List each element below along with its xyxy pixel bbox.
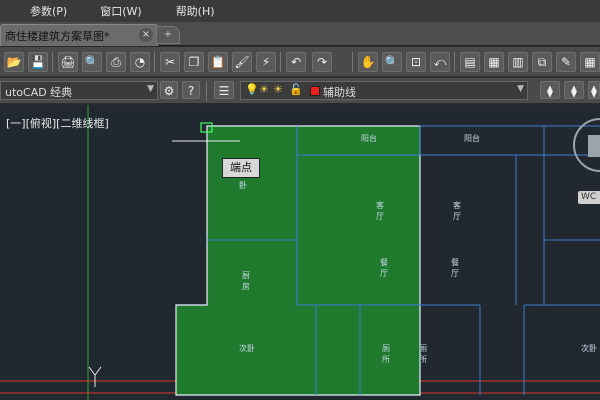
toolbar-divider <box>154 52 155 72</box>
room-label: 餐厅 <box>380 258 388 278</box>
chevron-down-icon: ▼ <box>147 84 154 94</box>
zoom-realtime-icon[interactable]: 🔍 <box>382 52 402 72</box>
open-icon[interactable]: 📂 <box>4 52 24 72</box>
new-tab-button[interactable]: + <box>156 26 180 44</box>
zoom-previous-icon[interactable]: ⤺ <box>430 52 450 72</box>
layer-previous-icon[interactable]: ⧫ <box>564 81 584 99</box>
redo-icon[interactable]: ↷ <box>312 52 332 72</box>
pan-icon[interactable]: ✋ <box>358 52 378 72</box>
tab-drawing-label: 商住楼建筑方案草图* <box>5 30 110 43</box>
menu-window[interactable]: 窗口(W) <box>67 3 141 19</box>
plus-icon: + <box>163 29 173 40</box>
room-label: 餐厅 <box>451 258 459 278</box>
menu-params[interactable]: 参数(P) <box>0 3 67 19</box>
help-circle-icon[interactable]: ? <box>182 81 200 99</box>
make-current-layer-icon[interactable]: ⧫ <box>540 81 560 99</box>
room-label: 卧 <box>239 181 247 190</box>
drawing-canvas[interactable]: [一][俯视][二维线框] 端点 WC 阳台 阳台 卧 客厅 客厅 厨房 餐厅 … <box>0 105 600 400</box>
floor-plan <box>0 105 600 400</box>
room-label: 次卧 <box>581 344 597 353</box>
lock-icon[interactable]: 🔓 <box>289 83 303 96</box>
zoom-window-icon[interactable]: ⊡ <box>406 52 426 72</box>
room-label: 客厅 <box>453 201 461 221</box>
toolbar-divider <box>280 52 281 72</box>
wcs-menu[interactable]: WC <box>578 191 600 204</box>
standard-toolbar: 📂 💾 🖨 🔍 ⎙ ◔ ✂ ❐ 📋 🖌 ⚡ ↶ ↷ ✋ 🔍 ⊡ ⤺ ▤ ▦ ▥ … <box>0 47 600 77</box>
room-label: 厨房 <box>242 271 250 291</box>
ucs-icon <box>88 366 102 387</box>
room-label: 客厅 <box>376 201 384 221</box>
room-label: 阳台 <box>464 134 480 143</box>
menu-help[interactable]: 帮助(H) <box>142 3 215 19</box>
plot-preview-icon[interactable]: 🔍 <box>82 52 102 72</box>
gear-icon[interactable]: ⚙ <box>160 81 178 99</box>
room-label: 阳台 <box>361 134 377 143</box>
copy-icon[interactable]: ❐ <box>184 52 204 72</box>
lightbulb-icon[interactable]: 💡 <box>245 83 259 96</box>
block-editor-icon[interactable]: ⚡ <box>256 52 276 72</box>
toolbar-divider <box>352 52 353 72</box>
undo-icon[interactable]: ↶ <box>286 52 306 72</box>
workspace-name: utoCAD 经典 <box>5 86 73 99</box>
quickcalc-icon[interactable]: ▦ <box>580 52 600 72</box>
room-label: 厕所 <box>419 344 427 364</box>
sun-icon[interactable]: ☀ <box>259 83 269 96</box>
layer-properties-icon[interactable]: ☰ <box>214 81 234 99</box>
layer-state-icon[interactable]: ⧫ <box>588 81 600 99</box>
publish-icon[interactable]: ⎙ <box>106 52 126 72</box>
design-center-icon[interactable]: ▦ <box>484 52 504 72</box>
plot-icon[interactable]: 🖨 <box>58 52 78 72</box>
layers-toolbar: utoCAD 经典 ▼ ⚙ ? ☰ 💡 ☀ ☀ 🔓 辅助线 ▼ ⧫ ⧫ ⧫ <box>0 78 600 104</box>
close-icon[interactable]: × <box>139 28 153 42</box>
viewport-controls[interactable]: [一][俯视][二维线框] <box>6 115 109 131</box>
match-properties-icon[interactable]: 🖌 <box>232 52 252 72</box>
tab-drawing[interactable]: 商住楼建筑方案草图* × <box>0 24 158 46</box>
layer-color-swatch <box>310 86 320 96</box>
toolbar-divider <box>52 52 53 72</box>
layer-select[interactable]: 💡 ☀ ☀ 🔓 辅助线 ▼ <box>240 81 528 100</box>
properties-icon[interactable]: ▤ <box>460 52 480 72</box>
document-tab-bar: 商住楼建筑方案草图* × + <box>0 22 600 46</box>
viewport-freeze-icon[interactable]: ☀ <box>273 83 283 96</box>
layer-name: 辅助线 <box>323 86 356 99</box>
workspace-select[interactable]: utoCAD 经典 ▼ <box>0 81 158 100</box>
osnap-tooltip: 端点 <box>222 158 260 178</box>
room-label: 厕所 <box>382 344 390 364</box>
cut-icon[interactable]: ✂ <box>160 52 180 72</box>
chevron-down-icon: ▼ <box>517 84 524 94</box>
tool-palettes-icon[interactable]: ▥ <box>508 52 528 72</box>
markup-icon[interactable]: ✎ <box>556 52 576 72</box>
menu-bar: 参数(P) 窗口(W) 帮助(H) <box>0 0 600 22</box>
paste-icon[interactable]: 📋 <box>208 52 228 72</box>
3d-print-icon[interactable]: ◔ <box>130 52 150 72</box>
sheet-set-icon[interactable]: ⧉ <box>532 52 552 72</box>
toolbar-divider <box>206 81 207 101</box>
room-label: 次卧 <box>239 344 255 353</box>
toolbar-divider <box>454 52 455 72</box>
save-icon[interactable]: 💾 <box>28 52 48 72</box>
viewcube-face <box>588 135 600 157</box>
